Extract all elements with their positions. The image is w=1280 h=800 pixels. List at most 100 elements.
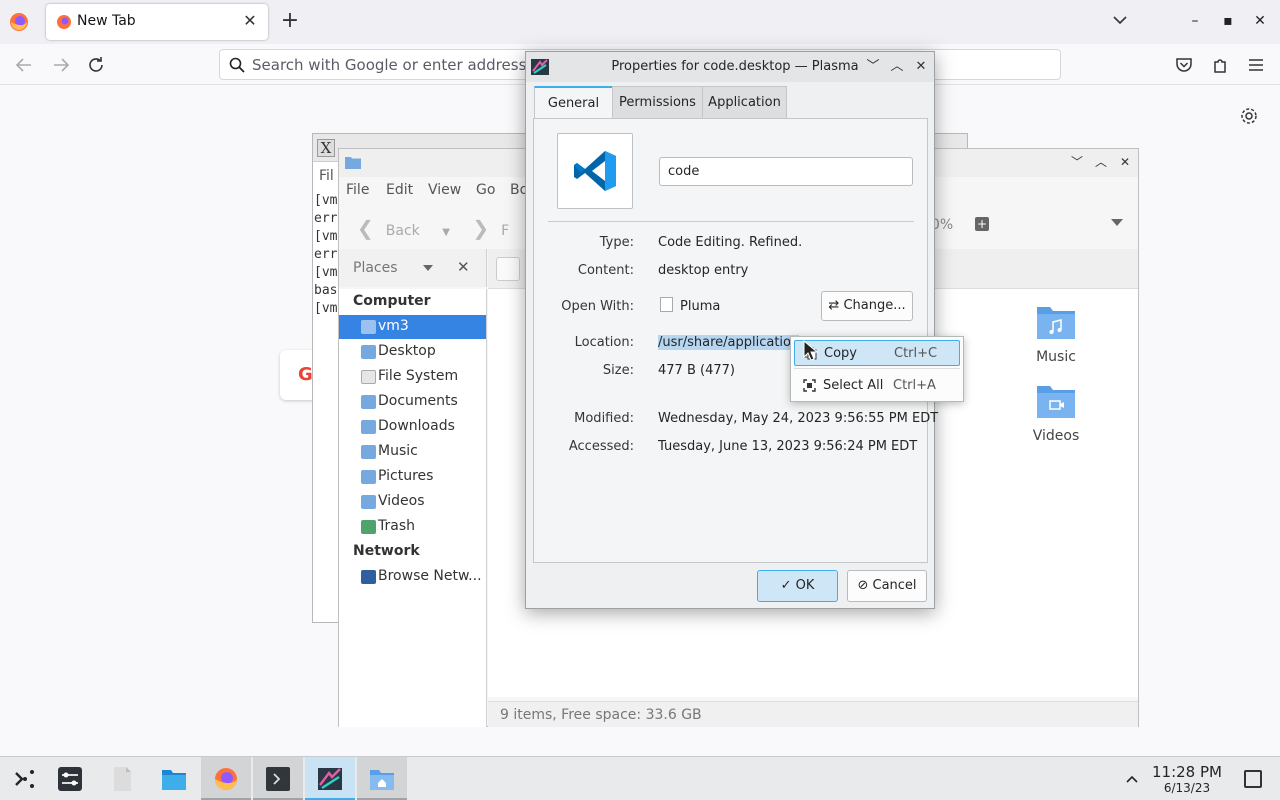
select-all-icon [803, 379, 816, 392]
maximize-icon[interactable]: ︿ [888, 58, 906, 76]
sidebar-item-downloads[interactable]: Downloads [339, 415, 486, 439]
type-value: Code Editing. Refined. [658, 235, 803, 250]
terminal-line: [vm [314, 193, 338, 208]
menu-file[interactable]: File [346, 182, 369, 198]
menu-separator [794, 368, 960, 369]
close-icon[interactable]: ✕ [1117, 154, 1133, 170]
status-bar: 9 items, Free space: 33.6 GB [488, 701, 1138, 727]
back-arrow-icon[interactable] [13, 54, 35, 76]
network-icon [361, 570, 376, 584]
taskbar-firefox[interactable] [201, 757, 251, 800]
xterm-menu[interactable]: Fil [319, 168, 334, 184]
pictures-folder-icon [361, 470, 376, 484]
back-button[interactable]: ❮ Back ▼ ❯ F [357, 216, 509, 240]
modified-label: Modified: [574, 411, 634, 426]
sidebar-item-label: Desktop [378, 343, 436, 359]
back-dropdown-icon[interactable]: ▼ [442, 227, 450, 238]
folder-icon [345, 157, 361, 169]
taskbar-system-settings[interactable] [45, 757, 95, 800]
close-sidebar-icon[interactable]: ✕ [457, 258, 470, 276]
tab-title: New Tab [77, 13, 136, 29]
x-logo-icon: X [317, 139, 335, 157]
zoom-in-icon[interactable]: + [975, 217, 989, 231]
chevron-up-icon[interactable] [1124, 771, 1140, 787]
sidebar-item-vm3[interactable]: vm3 [339, 315, 486, 339]
minimize-icon[interactable]: ﹀ [1069, 154, 1085, 170]
tab-new-tab[interactable]: New Tab ✕ [46, 4, 268, 40]
taskbar-document[interactable] [97, 757, 147, 800]
menu-item-select-all[interactable]: Select All Ctrl+A [794, 373, 960, 399]
taskbar-terminal[interactable] [253, 757, 303, 800]
places-dropdown-icon[interactable] [423, 265, 433, 271]
sidebar-item-pictures[interactable]: Pictures [339, 465, 486, 489]
back-label: Back [385, 223, 420, 239]
separator [548, 221, 914, 222]
chevron-down-icon[interactable] [1110, 10, 1130, 30]
menu-view[interactable]: View [428, 182, 461, 198]
ok-button[interactable]: ✓ OK [757, 570, 838, 602]
location-value[interactable]: /usr/share/application [658, 335, 800, 350]
sidebar-item-browse-network[interactable]: Browse Netw... [339, 565, 486, 589]
sidebar-item-filesystem[interactable]: File System [339, 365, 486, 389]
folder-videos[interactable]: Videos [1016, 380, 1096, 444]
minimize-icon[interactable]: ﹀ [864, 58, 882, 76]
sidebar-item-documents[interactable]: Documents [339, 390, 486, 414]
close-icon[interactable]: ✕ [912, 58, 930, 76]
reload-icon[interactable] [85, 54, 107, 76]
change-label: Change... [843, 298, 906, 313]
show-desktop-icon[interactable] [1244, 770, 1262, 788]
terminal-line: err [314, 211, 338, 226]
folder-icon [162, 770, 186, 790]
taskbar: 11:28 PM 6/13/23 [0, 756, 1280, 800]
launcher-icon [15, 770, 34, 788]
tab-application[interactable]: Application [702, 86, 787, 118]
sidebar-item-label: Trash [378, 518, 415, 534]
dialog-titlebar: Properties for code.desktop — Plasma ﹀ ︿… [526, 52, 934, 82]
digital-clock[interactable]: 11:28 PM 6/13/23 [1147, 763, 1227, 795]
minimize-icon[interactable]: – [1186, 12, 1204, 30]
firefox-icon[interactable] [8, 11, 30, 33]
forward-arrow-icon[interactable] [50, 54, 72, 76]
sidebar-item-trash[interactable]: Trash [339, 515, 486, 539]
clock-time: 11:28 PM [1152, 763, 1222, 781]
cancel-label: Cancel [872, 578, 917, 593]
cancel-button[interactable]: ⊘ Cancel [847, 570, 927, 602]
firefox-tab-bar: New Tab ✕ + – ▪ ✕ [0, 0, 1280, 44]
sidebar-item-videos[interactable]: Videos [339, 490, 486, 514]
close-window-icon[interactable]: ✕ [1251, 12, 1269, 30]
sidebar-item-label: Videos [378, 493, 425, 509]
desktop-folder-icon [361, 345, 376, 359]
gear-icon[interactable] [1239, 106, 1259, 126]
sidebar-item-music[interactable]: Music [339, 440, 486, 464]
file-name-input[interactable]: code [659, 157, 913, 186]
taskbar-properties-dialog[interactable] [305, 757, 355, 800]
modified-value: Wednesday, May 24, 2023 9:56:55 PM EDT [658, 411, 939, 426]
new-tab-button[interactable]: + [279, 9, 301, 33]
size-label: Size: [602, 363, 634, 378]
view-dropdown-icon[interactable] [1111, 219, 1123, 226]
maximize-icon[interactable]: ▪ [1219, 12, 1237, 30]
sidebar-item-desktop[interactable]: Desktop [339, 340, 486, 364]
menu-edit[interactable]: Edit [386, 182, 413, 198]
maximize-icon[interactable]: ︿ [1093, 154, 1109, 170]
app-icon-button[interactable] [557, 133, 633, 209]
xterm-output: [vm err [vm err [vm bas [vm [314, 192, 337, 318]
extensions-icon[interactable] [1209, 54, 1231, 76]
menu-go[interactable]: Go [476, 182, 495, 198]
edit-location-icon[interactable] [496, 257, 520, 281]
tab-general[interactable]: General [534, 86, 613, 118]
change-button[interactable]: ⇄ Change... [821, 291, 913, 321]
location-label: Location: [574, 335, 634, 350]
terminal-line: [vm [314, 301, 338, 316]
hamburger-menu-icon[interactable] [1245, 54, 1267, 76]
close-tab-icon[interactable]: ✕ [240, 11, 260, 30]
taskbar-file-manager[interactable] [149, 757, 199, 800]
terminal-icon [266, 767, 290, 791]
places-label[interactable]: Places [353, 260, 398, 276]
music-folder-icon [1037, 307, 1075, 339]
folder-music[interactable]: Music [1016, 301, 1096, 365]
pocket-icon[interactable] [1173, 54, 1195, 76]
application-launcher[interactable] [0, 757, 50, 800]
taskbar-caja[interactable] [357, 757, 407, 800]
tab-permissions[interactable]: Permissions [612, 86, 703, 118]
